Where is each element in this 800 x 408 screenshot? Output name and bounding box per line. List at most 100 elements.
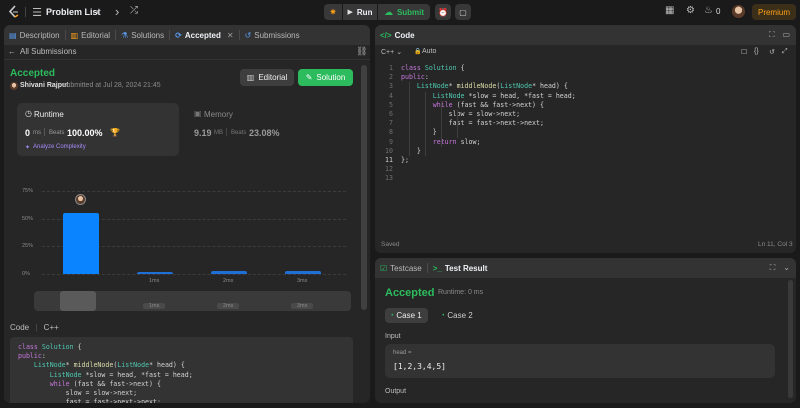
y-tick-label: 25% bbox=[22, 243, 34, 250]
indent-guide bbox=[425, 91, 426, 156]
author-avatar bbox=[10, 82, 18, 90]
collapse-icon[interactable]: ⌄ bbox=[783, 263, 790, 273]
author-name[interactable]: Shivani Rajput bbox=[20, 82, 69, 89]
fullscreen-icon[interactable]: ⤢ bbox=[782, 48, 788, 56]
editorial-button[interactable]: ▥ Editorial bbox=[240, 69, 294, 86]
chart-range-slider[interactable]: 1ms 2ms 3ms bbox=[34, 291, 351, 311]
chart-bar[interactable] bbox=[137, 271, 173, 274]
tab-code[interactable]: </> Code bbox=[375, 25, 420, 45]
run-button[interactable]: ▶ Run bbox=[343, 4, 377, 20]
runtime-card[interactable]: ◷ Runtime 0 ms Beats 100.00% 🏆 ✦ Analyze… bbox=[17, 103, 179, 156]
left-scrollbar[interactable] bbox=[361, 65, 367, 310]
terminal-icon: >_ bbox=[432, 263, 442, 273]
book-icon: ▥ bbox=[246, 73, 255, 82]
case-1-tab[interactable]: • Case 1 bbox=[385, 308, 428, 323]
editor-code-line: ListNode *slow = head, *fast = head; bbox=[432, 91, 576, 100]
chart-user-avatar bbox=[75, 194, 86, 205]
auto-mode[interactable]: Auto bbox=[422, 48, 436, 55]
collapse-icon[interactable]: ▭ bbox=[782, 30, 790, 40]
premium-button[interactable]: Premium bbox=[752, 4, 796, 20]
mini-tick-label: 1ms bbox=[143, 303, 166, 309]
editor-toolbar: C++ ⌄ 🔒 Auto ☐ {} ↺ ⤢ bbox=[375, 45, 796, 59]
y-tick-label: 75% bbox=[22, 188, 34, 194]
memory-card[interactable]: ▣ Memory 9.19 MB Beats 23.08% bbox=[190, 103, 352, 156]
tab-testcase[interactable]: ☑ Testcase bbox=[375, 258, 427, 278]
result-status: Accepted bbox=[10, 68, 56, 79]
notes-button[interactable]: ▢ bbox=[455, 4, 471, 20]
debug-button[interactable]: ✷ bbox=[324, 4, 342, 20]
solution-button[interactable]: ✎ Solution bbox=[298, 69, 353, 86]
list-icon[interactable]: ☰ bbox=[31, 5, 43, 19]
flask-icon: ⚗ bbox=[121, 30, 129, 40]
tab-test-result[interactable]: >_ Test Result bbox=[428, 258, 493, 278]
tab-description[interactable]: ▤ Description bbox=[4, 25, 65, 45]
shuffle-icon[interactable]: ⤮ bbox=[130, 5, 138, 16]
submitted-code-block: class Solution {public: ListNode* middle… bbox=[10, 337, 353, 403]
submitted-code-line: ListNode *slow = head, *fast = head; bbox=[49, 370, 193, 379]
submitted-code-line: slow = slow->next; bbox=[18, 388, 138, 397]
edit-icon: ✎ bbox=[305, 73, 313, 82]
code-tab-bar: </> Code ⛶ ▭ bbox=[375, 25, 796, 45]
chart-bar[interactable] bbox=[211, 270, 247, 274]
x-tick-label: 3ms bbox=[297, 278, 308, 284]
line-number: 5 bbox=[389, 100, 393, 109]
indent-guide bbox=[457, 110, 458, 138]
back-to-submissions[interactable]: ← All Submissions bbox=[8, 47, 76, 56]
code-label: Code | C++ bbox=[10, 323, 59, 332]
bookmark-icon[interactable]: ☐ bbox=[741, 48, 747, 56]
editor-code-line: class Solution { bbox=[401, 64, 465, 72]
editor-code-line: ListNode* middleNode(ListNode* head) { bbox=[416, 82, 568, 91]
line-number: 2 bbox=[389, 73, 393, 82]
mini-tick-label: 2ms bbox=[217, 303, 240, 309]
tab-accepted[interactable]: ⟳ Accepted ✕ bbox=[170, 25, 238, 45]
tab-submissions[interactable]: ↺ Submissions bbox=[240, 25, 305, 45]
history-icon: ↺ bbox=[244, 30, 252, 40]
chart-bar[interactable] bbox=[63, 213, 99, 274]
line-number: 3 bbox=[389, 82, 393, 91]
input-value: [1,2,3,4,5] bbox=[393, 362, 446, 371]
indent-guide bbox=[409, 82, 410, 156]
memory-beats: 23.08% bbox=[249, 128, 280, 138]
line-number: 11 bbox=[385, 155, 393, 164]
next-problem-icon[interactable]: › bbox=[115, 4, 119, 19]
user-avatar[interactable] bbox=[732, 5, 745, 18]
editor-code-line: fast = fast->next->next; bbox=[401, 119, 544, 128]
checkbox-icon: ☑ bbox=[380, 263, 388, 273]
language-select[interactable]: C++ ⌄ bbox=[381, 48, 402, 56]
case-2-tab[interactable]: • Case 2 bbox=[436, 308, 479, 323]
submitted-code-line: class Solution { bbox=[18, 343, 82, 351]
submit-button[interactable]: ☁ Submit bbox=[378, 4, 430, 20]
line-number: 4 bbox=[389, 91, 393, 100]
line-number: 12 bbox=[385, 165, 393, 174]
braces-icon[interactable]: {} bbox=[754, 48, 759, 55]
problem-list-link[interactable]: Problem List bbox=[46, 7, 101, 17]
output-label: Output bbox=[385, 388, 407, 395]
line-number: 10 bbox=[385, 146, 393, 155]
editor-code-line: public: bbox=[401, 73, 429, 82]
left-tab-bar: ▤ Description ▥ Editorial ⚗ Solutions ⟳ Acce… bbox=[4, 25, 370, 45]
test-scrollbar[interactable] bbox=[788, 280, 793, 398]
chart-bar[interactable] bbox=[285, 271, 321, 274]
leetcode-logo-icon[interactable] bbox=[8, 5, 20, 19]
x-tick-label: 1ms bbox=[149, 278, 160, 284]
tab-solutions[interactable]: ⚗ Solutions bbox=[116, 25, 169, 45]
close-tab-icon[interactable]: ✕ bbox=[227, 31, 234, 40]
maximize-icon[interactable]: ⛶ bbox=[770, 263, 776, 273]
range-selection[interactable] bbox=[60, 291, 96, 311]
tab-editorial[interactable]: ▥ Editorial bbox=[66, 25, 115, 45]
maximize-icon[interactable]: ⛶ bbox=[769, 30, 775, 40]
test-status: Accepted bbox=[385, 287, 435, 299]
reset-icon[interactable]: ↺ bbox=[769, 48, 775, 56]
input-label: Input bbox=[385, 333, 401, 340]
test-tab-bar: ☑ Testcase >_ Test Result ⛶ ⌄ bbox=[375, 258, 796, 278]
layout-icon[interactable]: ▦ bbox=[665, 5, 674, 16]
editor-code-line: return slow; bbox=[432, 137, 481, 146]
analyze-complexity-link[interactable]: Analyze Complexity bbox=[33, 144, 86, 150]
prev-problem-icon[interactable]: ‹ bbox=[96, 4, 100, 19]
settings-icon[interactable]: ⚙ bbox=[686, 5, 695, 16]
code-editor[interactable]: 1 2 3 4 5 6 7 8 9 10 11 12 13 class Solution {public… bbox=[375, 64, 796, 234]
note-icon: ▢ bbox=[459, 7, 467, 17]
share-link-icon[interactable]: ⛓ bbox=[356, 46, 367, 57]
timer-button[interactable]: ⏰ bbox=[435, 4, 451, 20]
streak-fire-icon[interactable]: ♨ bbox=[704, 5, 713, 16]
